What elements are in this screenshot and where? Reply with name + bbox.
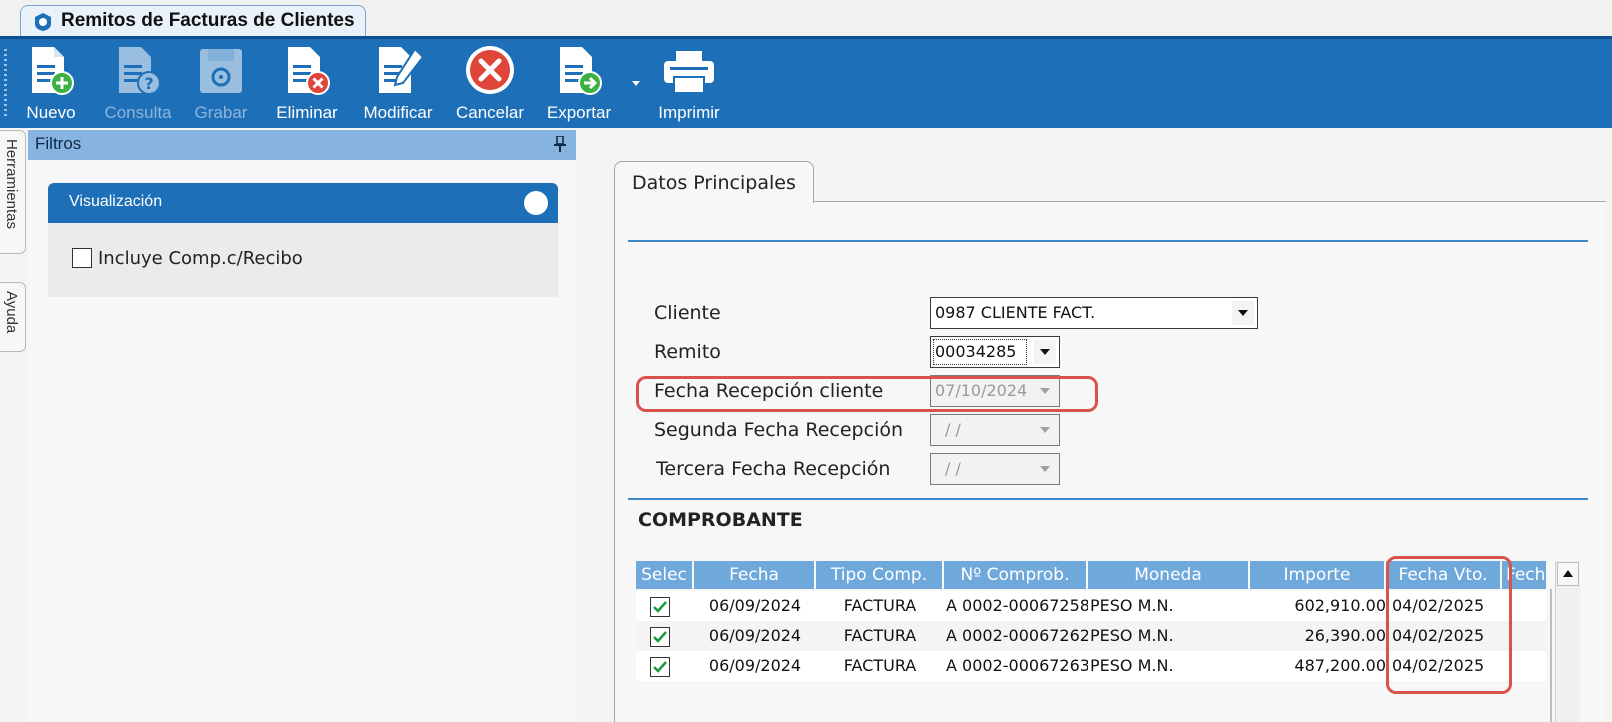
cell-fecha: 06/09/2024 <box>708 596 802 615</box>
visualizacion-title: Visualización <box>69 193 163 210</box>
collapse-icon[interactable] <box>524 191 548 215</box>
cell-numero: A 0002-00067263 <box>946 656 1088 675</box>
checkmark-icon <box>653 601 667 613</box>
grid-vertical-scrollbar[interactable] <box>1555 561 1580 722</box>
remito-value: 00034285 <box>935 342 1017 361</box>
tercera-fecha-dropdown-arrow-icon[interactable] <box>1034 457 1056 481</box>
printer-icon <box>664 51 714 94</box>
cancelar-label: Cancelar <box>455 103 525 122</box>
column-header-numero-comprob[interactable]: Nº Comprob. <box>944 561 1088 589</box>
tab-datos-principales[interactable]: Datos Principales <box>614 161 814 203</box>
filtros-panel-header: Filtros <box>28 130 576 160</box>
toolbar-grip[interactable] <box>4 49 7 119</box>
filtros-title: Filtros <box>35 134 82 153</box>
checkmark-icon <box>653 661 667 673</box>
cell-moneda: PESO M.N. <box>1090 596 1174 615</box>
segunda-fecha-label: Segunda Fecha Recepción <box>654 419 904 441</box>
eliminar-label: Eliminar <box>276 103 338 122</box>
document-tab-title: Remitos de Facturas de Clientes <box>61 10 355 31</box>
exportar-dropdown-arrow[interactable] <box>632 81 640 86</box>
document-tab-strip: Remitos de Facturas de Clientes <box>0 0 1612 36</box>
column-header-moneda[interactable]: Moneda <box>1088 561 1250 589</box>
column-header-tipo-comp[interactable]: Tipo Comp. <box>816 561 944 589</box>
segunda-fecha-value: / / <box>945 420 961 439</box>
cell-tipo: FACTURA <box>843 626 917 645</box>
separator-line <box>628 240 1588 242</box>
cancelar-button[interactable]: Cancelar <box>452 43 528 127</box>
nuevo-button[interactable]: Nuevo <box>22 43 80 127</box>
remito-label: Remito <box>654 341 721 363</box>
grabar-label: Grabar <box>194 103 248 122</box>
tercera-fecha-datepicker[interactable]: / / <box>930 453 1060 485</box>
cell-importe: 487,200.00 <box>1294 656 1386 675</box>
cliente-combobox[interactable]: 0987 CLIENTE FACT. <box>930 297 1258 329</box>
exportar-label: Exportar <box>546 103 612 122</box>
edit-document-icon <box>379 47 425 93</box>
cell-tipo: FACTURA <box>843 656 917 675</box>
row-select-checkbox[interactable] <box>650 627 670 647</box>
cell-fecha: 06/09/2024 <box>708 656 802 675</box>
segunda-fecha-datepicker[interactable]: / / <box>930 414 1060 446</box>
document-tab[interactable]: Remitos de Facturas de Clientes <box>20 5 366 36</box>
export-document-icon <box>560 47 602 95</box>
grabar-button[interactable]: Grabar <box>190 43 252 127</box>
cell-numero: A 0002-00067258 <box>946 596 1088 615</box>
grid-column-divider <box>1550 589 1552 722</box>
separator-line-comprobante <box>628 498 1588 500</box>
cell-moneda: PESO M.N. <box>1090 626 1174 645</box>
incluye-comp-recibo-option[interactable]: Incluye Comp.c/Recibo <box>72 247 303 269</box>
consulta-label: Consulta <box>104 103 172 122</box>
imprimir-label: Imprimir <box>658 103 720 122</box>
modificar-label: Modificar <box>363 103 433 122</box>
cell-tipo: FACTURA <box>843 596 917 615</box>
highlight-fecha-vto-column <box>1386 556 1512 694</box>
cell-moneda: PESO M.N. <box>1090 656 1174 675</box>
delete-document-icon <box>288 47 330 95</box>
cancel-icon <box>466 46 514 94</box>
column-header-selec[interactable]: Selec <box>636 561 694 589</box>
tercera-fecha-label: Tercera Fecha Recepción <box>656 458 891 480</box>
new-document-icon <box>32 47 74 95</box>
segunda-fecha-dropdown-arrow-icon[interactable] <box>1034 418 1056 442</box>
cell-importe: 26,390.00 <box>1304 626 1386 645</box>
cliente-value: 0987 CLIENTE FACT. <box>935 303 1096 322</box>
cliente-dropdown-arrow-icon[interactable] <box>1232 301 1254 325</box>
tab-datos-principales-label: Datos Principales <box>632 172 796 194</box>
row-select-checkbox[interactable] <box>650 597 670 617</box>
incluye-comp-recibo-label: Incluye Comp.c/Recibo <box>98 247 303 269</box>
imprimir-button[interactable]: Imprimir <box>652 43 726 127</box>
cliente-label: Cliente <box>654 302 721 324</box>
tercera-fecha-value: / / <box>945 459 961 478</box>
cell-importe: 602,910.00 <box>1294 596 1386 615</box>
column-header-fecha[interactable]: Fecha <box>694 561 816 589</box>
column-header-importe[interactable]: Importe <box>1250 561 1386 589</box>
query-document-icon: ? <box>119 47 161 95</box>
scroll-up-arrow-icon[interactable] <box>1557 562 1579 586</box>
checkmark-icon <box>653 631 667 643</box>
remito-dropdown-arrow-icon[interactable] <box>1034 340 1056 364</box>
side-tab-ayuda-label: Ayuda <box>3 291 20 334</box>
eliminar-button[interactable]: Eliminar <box>272 43 342 127</box>
cell-fecha: 06/09/2024 <box>708 626 802 645</box>
svg-text:?: ? <box>144 74 153 93</box>
incluye-comp-recibo-checkbox[interactable] <box>72 248 92 268</box>
modificar-button[interactable]: Modificar <box>358 43 438 127</box>
consulta-button[interactable]: ? Consulta <box>102 43 174 127</box>
nuevo-label: Nuevo <box>26 103 76 122</box>
comprobante-title: COMPROBANTE <box>638 509 803 531</box>
remito-combobox[interactable]: 00034285 <box>930 336 1060 368</box>
main-toolbar: Nuevo ? Consulta Grabar Eliminar Modific… <box>0 36 1612 128</box>
row-select-checkbox[interactable] <box>650 657 670 677</box>
side-tab-herramientas[interactable]: Herramientas <box>0 130 26 254</box>
side-tab-herramientas-label: Herramientas <box>3 139 20 230</box>
exportar-button[interactable]: Exportar <box>542 43 616 127</box>
highlight-fecha-recepcion <box>636 376 1098 412</box>
save-disk-icon <box>200 49 242 93</box>
pin-icon[interactable] <box>554 136 566 152</box>
app-logo-icon <box>35 13 51 31</box>
visualizacion-group-header[interactable]: Visualización <box>48 183 558 223</box>
side-tab-ayuda[interactable]: Ayuda <box>0 282 26 352</box>
cell-numero: A 0002-00067262 <box>946 626 1088 645</box>
